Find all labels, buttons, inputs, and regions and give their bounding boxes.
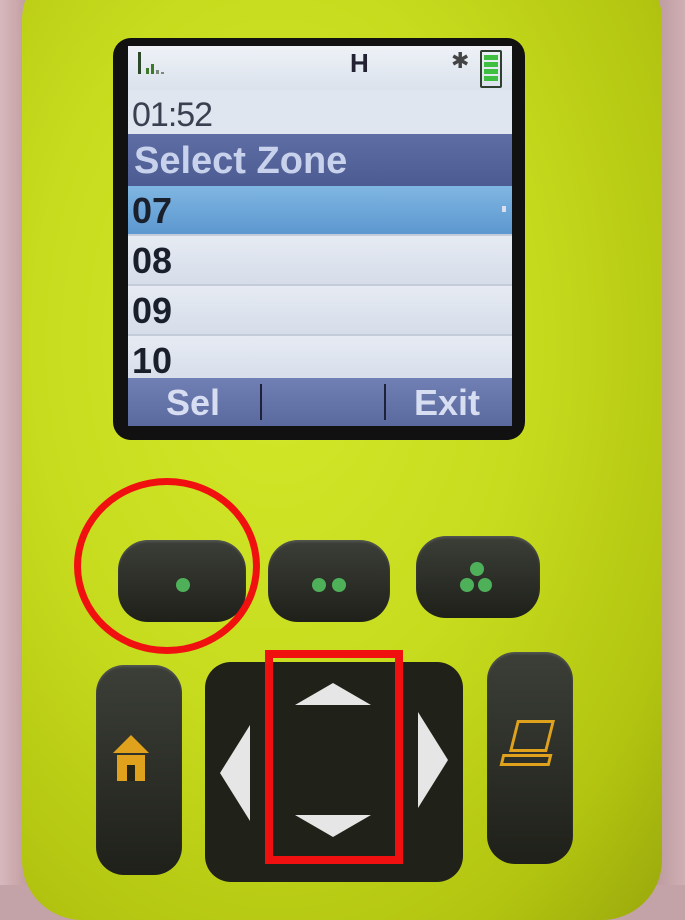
home-button[interactable]	[96, 665, 182, 875]
menu-title: Select Zone	[134, 140, 348, 182]
scroll-marker	[502, 206, 506, 212]
radio-display: H ✱ 01:52 Select Zone 07 08 09 10 Sel Ex…	[128, 46, 512, 426]
battery-icon	[480, 50, 502, 88]
highlight-rect-annotation	[265, 650, 403, 864]
softkey-divider	[260, 384, 262, 420]
mode-indicator: H	[350, 48, 369, 78]
softkey-divider	[384, 384, 386, 420]
softkey-bar: Sel Exit	[128, 378, 512, 426]
home-icon	[113, 735, 149, 785]
laptop-icon	[499, 720, 557, 776]
zone-item-08[interactable]: 08	[128, 236, 512, 286]
arrow-left-icon[interactable]	[220, 725, 250, 821]
status-bar: H ✱	[128, 46, 512, 90]
softkey-exit[interactable]: Exit	[414, 382, 480, 424]
zone-item-09[interactable]: 09	[128, 286, 512, 336]
data-button[interactable]	[487, 652, 573, 864]
three-dot-button[interactable]	[416, 536, 540, 618]
dot-icon	[470, 562, 484, 576]
time-display: 01:52	[132, 96, 213, 134]
zone-label: 08	[132, 240, 173, 281]
dot-icon	[460, 578, 474, 592]
dot-icon	[312, 578, 326, 592]
menu-title-bar: Select Zone	[128, 134, 512, 186]
dot-icon	[332, 578, 346, 592]
signal-strength-icon	[138, 52, 178, 78]
highlight-circle-annotation	[74, 478, 260, 654]
bluetooth-icon: ✱	[451, 48, 470, 73]
zone-list: 07 08 09 10	[128, 186, 512, 386]
two-dot-button[interactable]	[268, 540, 390, 622]
arrow-right-icon[interactable]	[418, 712, 448, 808]
dot-icon	[478, 578, 492, 592]
zone-label: 09	[132, 290, 173, 331]
zone-label: 10	[132, 340, 173, 381]
zone-label: 07	[132, 190, 173, 231]
zone-item-07[interactable]: 07	[128, 186, 512, 236]
softkey-sel[interactable]: Sel	[166, 382, 220, 424]
